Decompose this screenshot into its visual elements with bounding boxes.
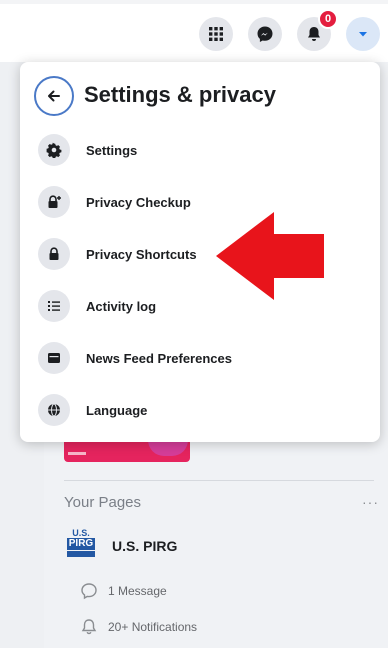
menu-item-label: Settings — [86, 142, 138, 158]
shortcut-thumbnail[interactable] — [64, 440, 190, 462]
page-name[interactable]: U.S. PIRG — [112, 538, 177, 554]
bell-outline-icon — [81, 619, 97, 635]
more-options-button[interactable]: ··· — [362, 494, 379, 510]
message-icon — [81, 583, 97, 600]
menu-item-label: News Feed Preferences — [86, 350, 232, 366]
menu-grid-icon — [209, 27, 223, 41]
notifications-count: 20+ Notifications — [108, 620, 198, 634]
thumbnail-graphic — [148, 440, 188, 456]
topbar-edge — [0, 0, 388, 4]
menu-grid-button[interactable] — [199, 17, 233, 51]
red-arrow-annotation — [216, 212, 324, 300]
section-divider — [64, 480, 374, 481]
page-notifications-row[interactable]: 20+ Notifications — [80, 618, 197, 636]
menu-item-language[interactable]: Language — [32, 386, 368, 434]
messages-count: 1 Message — [108, 584, 167, 598]
lock-icon — [38, 238, 70, 270]
page-logo-bottom: PIRG — [66, 538, 96, 550]
menu-item-label: Activity log — [86, 298, 157, 314]
feed-icon — [38, 342, 70, 374]
top-navigation-bar: 0 — [0, 0, 388, 62]
back-button[interactable] — [34, 76, 74, 116]
messenger-button[interactable] — [248, 17, 282, 51]
globe-icon — [38, 394, 70, 426]
menu-item-label: Language — [86, 402, 148, 418]
list-icon — [38, 290, 70, 322]
page-logo-base — [67, 551, 95, 557]
menu-item-news-feed-preferences[interactable]: News Feed Preferences — [32, 334, 368, 382]
page-messages-row[interactable]: 1 Message — [80, 582, 167, 600]
messenger-icon — [257, 26, 273, 42]
caret-down-icon — [359, 32, 367, 37]
page-logo[interactable]: U.S. PIRG — [66, 528, 96, 564]
your-pages-heading: Your Pages — [64, 494, 142, 511]
menu-item-label: Privacy Checkup — [86, 194, 191, 210]
lock-plus-icon — [38, 186, 70, 218]
thumbnail-bar — [68, 452, 86, 455]
notification-badge: 0 — [318, 9, 338, 29]
back-arrow-icon — [48, 90, 60, 102]
gear-icon — [38, 134, 70, 166]
menu-item-settings[interactable]: Settings — [32, 126, 368, 174]
menu-item-label: Privacy Shortcuts — [86, 246, 197, 262]
page-logo-top: U.S. — [72, 528, 90, 538]
account-menu-button[interactable] — [346, 17, 380, 51]
bell-icon — [308, 27, 320, 41]
menu-title: Settings & privacy — [84, 82, 276, 107]
